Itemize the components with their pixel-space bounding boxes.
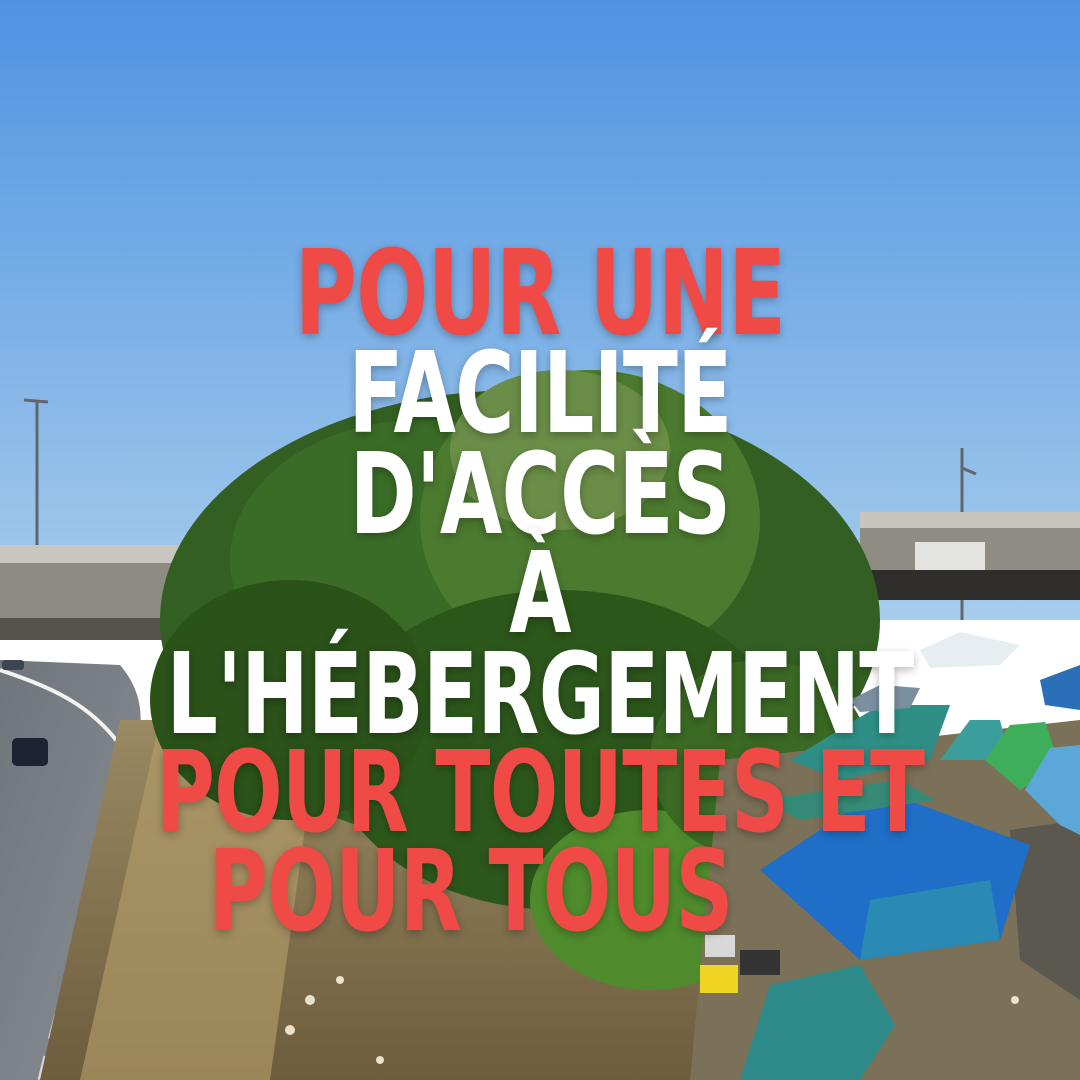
- headline-line-3: À L'HÉBERGEMENT: [166, 528, 914, 760]
- headline-line-5: POUR TOUS: [208, 827, 734, 958]
- headline-line-2: FACILITÉ D'ACCÈS: [348, 329, 732, 560]
- headline: POUR UNE FACILITÉ D'ACCÈS À L'HÉBERGEMEN…: [0, 234, 1080, 958]
